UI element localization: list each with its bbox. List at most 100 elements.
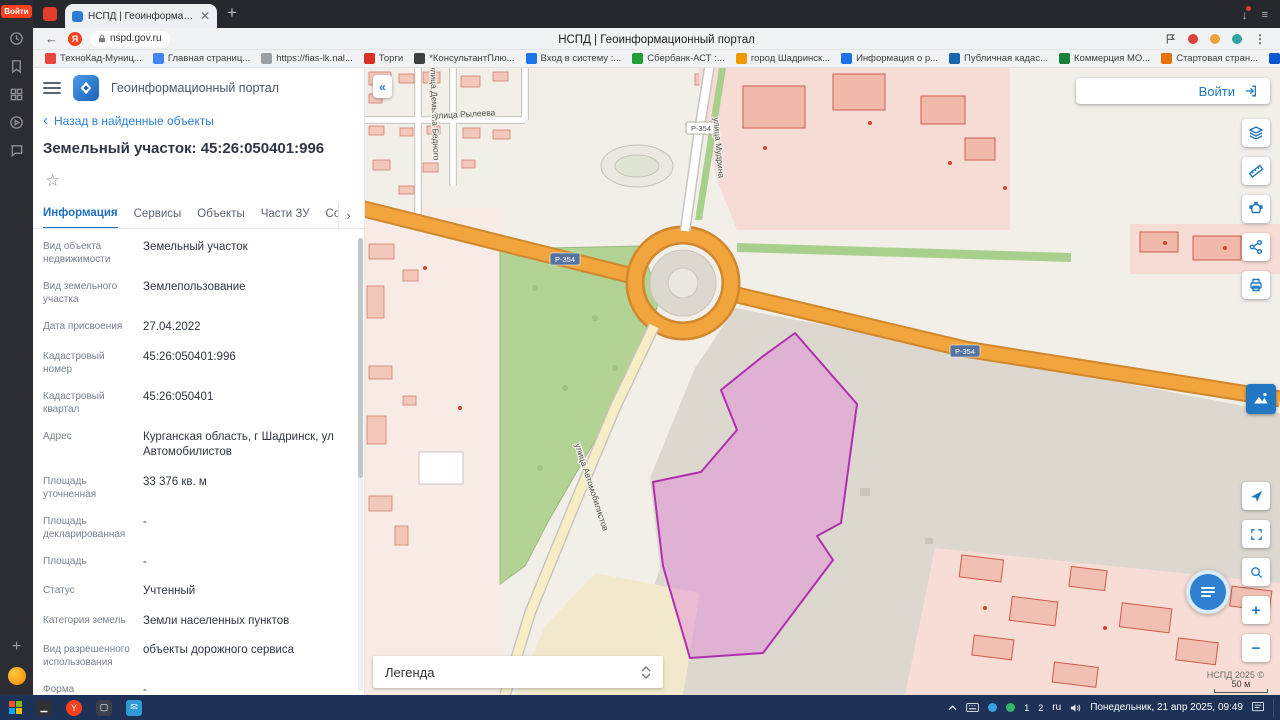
legend-dropdown[interactable]: Легенда	[373, 656, 663, 688]
navbar-right-icons: ⋮	[1165, 32, 1280, 46]
info-label: Кадастровый номер	[43, 350, 105, 375]
bookmark-item[interactable]: Вход в систему :...	[525, 53, 622, 64]
messenger-icon[interactable]	[9, 142, 25, 158]
taskbar-app-mail[interactable]: ✉	[126, 699, 142, 716]
bookmark-favicon	[949, 53, 961, 64]
yandex-icon[interactable]: Я	[68, 31, 82, 46]
bookmarks-icon[interactable]	[9, 58, 25, 74]
side-panel-bottom: +	[7, 639, 26, 685]
layers-button[interactable]	[1242, 119, 1270, 147]
tabs-scroll-right-button[interactable]: ›	[338, 203, 358, 228]
taskbar-app-window[interactable]: ▢	[96, 699, 112, 716]
nspd-portal: Геоинформационный портал ‹ Назад в найде…	[33, 68, 1280, 695]
video-icon[interactable]	[9, 114, 25, 130]
language-indicator[interactable]: ru	[1052, 702, 1061, 713]
bookmark-item[interactable]: Платформа госу...	[1269, 53, 1280, 64]
browser-menu-icon[interactable]: ≡	[1262, 9, 1268, 21]
search-area-button[interactable]	[1242, 558, 1270, 586]
panel-tab[interactable]: Части ЗУ	[261, 208, 310, 228]
locate-button[interactable]	[1242, 482, 1270, 510]
bookmark-item[interactable]: Торги	[363, 53, 403, 64]
keyboard-icon[interactable]	[966, 703, 980, 712]
bookmark-item[interactable]: https://fias-lk.nal...	[261, 53, 353, 64]
browser-login-button[interactable]: Войти	[1, 5, 32, 18]
bookmark-favicon	[45, 53, 56, 64]
bookmark-favicon	[841, 53, 853, 64]
extension-icon[interactable]	[1232, 33, 1242, 44]
volume-icon[interactable]	[1070, 703, 1081, 713]
bookmark-item[interactable]: Главная страниц...	[152, 53, 251, 64]
app-login-button[interactable]: Войти	[1076, 78, 1270, 104]
taskbar-app-terminal[interactable]: ▁	[36, 699, 52, 716]
info-row: Вид земельного участка Землепользование	[43, 273, 348, 313]
history-icon[interactable]	[9, 30, 25, 46]
panorama-button[interactable]	[1246, 384, 1276, 414]
nspd-logo[interactable]	[73, 75, 99, 101]
bookmark-item[interactable]: Стартовая стран...	[1161, 53, 1258, 64]
address-field[interactable]: nspd.gov.ru	[90, 30, 170, 47]
taskbar-clock[interactable]: Понедельник, 21 апр 2025, 09:49	[1090, 702, 1243, 713]
taskbar-left: ▁ Y ▢ ✉	[0, 699, 142, 716]
extent-button[interactable]	[1242, 520, 1270, 548]
bookmark-item[interactable]: Информация о р...	[841, 53, 938, 64]
bookmark-item[interactable]: Публичная кадас...	[949, 53, 1048, 64]
info-label: Форма собственности	[43, 684, 75, 695]
start-button[interactable]	[9, 701, 22, 714]
action-center-icon[interactable]	[1252, 702, 1264, 713]
favorite-star-icon[interactable]: ☆	[45, 171, 364, 191]
tray-badge-1[interactable]: 1	[1024, 703, 1029, 713]
menu-icon[interactable]	[43, 82, 61, 94]
bookmark-label: город Шадринск...	[750, 53, 831, 64]
show-desktop-button[interactable]	[1273, 698, 1274, 717]
panel-tab[interactable]: Объекты	[197, 208, 244, 228]
map-container[interactable]: Р-354 Р-354 Р-354 улица Демьяна Бедного	[365, 68, 1280, 695]
bookmark-flag-icon[interactable]	[1165, 33, 1176, 45]
info-rows: Вид объекта недвижимости Земельный участо…	[33, 229, 364, 695]
bookmark-label: Вход в систему :...	[540, 53, 622, 64]
tray-shield-icon[interactable]	[1006, 703, 1016, 712]
new-tab-button[interactable]: +	[227, 3, 237, 23]
panel-collapse-button[interactable]: «	[373, 75, 392, 98]
extension-icon[interactable]	[1188, 33, 1198, 44]
bookmark-item[interactable]: город Шадринск...	[735, 53, 831, 64]
chat-icon	[1201, 587, 1215, 597]
back-link-label: Назад в найденные объекты	[54, 114, 214, 128]
alice-assistant-icon[interactable]	[7, 667, 26, 685]
map-canvas[interactable]: Р-354 Р-354 Р-354 улица Демьяна Бедного	[365, 68, 1280, 695]
tray-app-icon[interactable]	[988, 703, 998, 712]
panel-tab[interactable]: Сервисы	[134, 208, 182, 228]
zoom-out-button[interactable]: −	[1242, 634, 1270, 662]
measure-button[interactable]	[1242, 157, 1270, 185]
print-button[interactable]	[1242, 271, 1270, 299]
bookmark-item[interactable]: Коммерция МО...	[1059, 53, 1150, 64]
panel-tab[interactable]: Информация	[43, 207, 118, 228]
side-add-icon[interactable]: +	[12, 639, 21, 655]
support-chat-button[interactable]	[1186, 570, 1230, 614]
object-title: Земельный участок: 45:26:050401:996	[43, 140, 325, 157]
more-menu-icon[interactable]: ⋮	[1254, 32, 1266, 46]
taskbar-app-yandex[interactable]: Y	[66, 699, 82, 716]
active-tab[interactable]: НСПД | Геоинформац... ✕	[65, 4, 217, 28]
pinned-tab[interactable]	[43, 7, 57, 21]
collections-icon[interactable]	[9, 86, 25, 102]
info-row: Вид разрешенного использования объекты до…	[43, 636, 348, 676]
panel-scrollbar[interactable]	[358, 238, 363, 691]
back-icon[interactable]: ←	[45, 31, 58, 46]
extension-icon[interactable]	[1210, 33, 1220, 44]
bookmark-item[interactable]: *КонсультантПлю...	[414, 53, 515, 64]
panel-scrollbar-thumb[interactable]	[358, 238, 363, 478]
bookmark-label: Главная страниц...	[167, 53, 251, 64]
tab-close-icon[interactable]: ✕	[200, 10, 210, 22]
share-button[interactable]	[1242, 233, 1270, 261]
panel-tabs: ИнформацияСервисыОбъектыЧасти ЗУСоста›	[33, 203, 364, 229]
downloads-icon[interactable]: ↓	[1242, 6, 1251, 22]
select-area-button[interactable]	[1242, 195, 1270, 223]
svg-text:Р-354: Р-354	[555, 255, 575, 264]
zoom-in-button[interactable]: +	[1242, 596, 1270, 624]
bookmark-label: https://fias-lk.nal...	[276, 53, 353, 64]
bookmark-item[interactable]: ТехноКад-Муниц...	[45, 53, 142, 64]
tray-badge-2[interactable]: 2	[1038, 703, 1043, 713]
back-link[interactable]: ‹ Назад в найденные объекты	[33, 108, 364, 128]
tray-expand-icon[interactable]	[948, 704, 957, 711]
bookmark-item[interactable]: Сбербанк-АСТ :...	[632, 53, 725, 64]
